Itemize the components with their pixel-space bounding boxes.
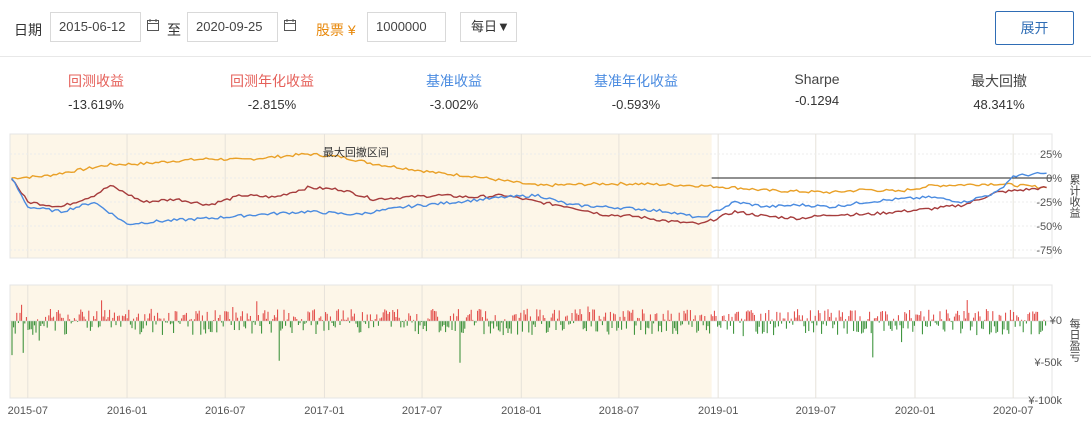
pnl-tick-label: ¥-100k	[1027, 395, 1062, 407]
y-tick-label: -25%	[1036, 197, 1062, 209]
x-tick-label: 2019-01	[698, 405, 738, 417]
x-tick-label: 2018-01	[501, 405, 541, 417]
y-tick-label: 25%	[1040, 149, 1062, 161]
y-tick-label: -75%	[1036, 245, 1062, 257]
x-tick-label: 2020-01	[895, 405, 935, 417]
y-tick-label: -50%	[1036, 221, 1062, 233]
y-tick-label: 0%	[1046, 173, 1062, 185]
backtest-chart: 2015-07 2016-01 2016-07 2017-01 2017-07 2018-…	[8, 133, 1081, 417]
drawdown-annotation: 最大回撤区间	[323, 145, 389, 159]
pnl-tick-label: ¥-50k	[1033, 357, 1062, 369]
drawdown-shade-bottom	[10, 285, 712, 398]
x-tick-label: 2016-07	[205, 405, 245, 417]
x-tick-label: 2018-07	[599, 405, 639, 417]
x-tick-label: 2017-07	[402, 405, 442, 417]
x-tick-label: 2019-07	[796, 405, 836, 417]
returns-axis-title: 累计收益	[1068, 174, 1081, 218]
x-tick-label: 2017-01	[304, 405, 344, 417]
x-tick-label: 2020-07	[993, 405, 1033, 417]
pnl-tick-label: ¥0	[1049, 315, 1062, 327]
x-tick-label: 2016-01	[107, 405, 147, 417]
pnl-axis-title: 每日盈亏	[1068, 317, 1081, 363]
x-tick-label: 2015-07	[8, 405, 48, 417]
